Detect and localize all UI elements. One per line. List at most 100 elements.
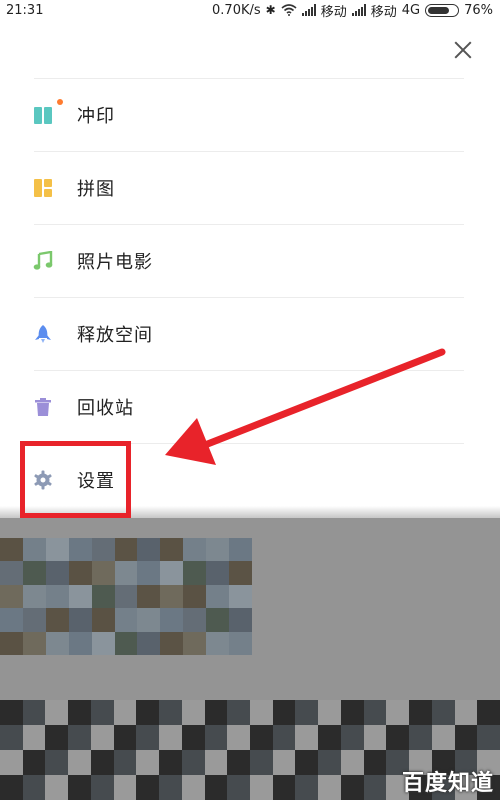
mosaic-cell: [45, 775, 69, 800]
mosaic-cell: [272, 700, 296, 725]
close-icon[interactable]: [452, 39, 474, 61]
menu-item-label: 设置: [77, 471, 115, 492]
mosaic-cell: [68, 725, 91, 750]
mosaic-cell: [318, 750, 341, 775]
mosaic-cell: [206, 584, 230, 609]
menu-item-recycle-bin[interactable]: 回收站: [0, 371, 500, 443]
mosaic-cell: [318, 700, 341, 725]
mosaic-cell: [183, 608, 207, 632]
mosaic-cell: [204, 775, 228, 800]
mosaic-cell: [409, 700, 432, 725]
mosaic-cell: [431, 725, 455, 750]
mosaic-cell: [340, 750, 364, 775]
mosaic-cell: [22, 538, 46, 562]
mosaic-cell: [206, 538, 230, 562]
mosaic-cell: [249, 750, 273, 775]
mosaic-cell: [137, 538, 161, 562]
battery-icon: [425, 3, 460, 17]
mosaic-cell: [90, 775, 114, 800]
mosaic-cell: [227, 725, 250, 750]
mosaic-cell: [45, 725, 69, 750]
mosaic-cell: [229, 584, 252, 609]
mosaic-cell: [68, 561, 92, 585]
mosaic-cell: [91, 561, 115, 585]
mosaic-cell: [160, 538, 184, 562]
mosaic-cell: [45, 631, 69, 655]
mosaic-cell: [295, 750, 319, 775]
mosaic-cell: [114, 608, 138, 632]
menu-item-collage[interactable]: 拼图: [0, 152, 500, 224]
carrier-2: 移动: [370, 4, 397, 20]
mosaic-cell: [68, 750, 91, 775]
mosaic-cell: [0, 631, 23, 655]
mosaic-cell: [159, 750, 182, 775]
mosaic-cell: [183, 631, 207, 655]
mosaic-cell: [181, 700, 205, 725]
wifi-icon: [281, 4, 297, 16]
mosaic-cell: [137, 631, 161, 655]
mosaic-cell: [0, 538, 23, 562]
mosaic-cell: [68, 538, 92, 562]
mosaic-cell: [22, 725, 46, 750]
mosaic-cell: [363, 700, 387, 725]
mosaic-cell: [114, 561, 138, 585]
mosaic-cell: [91, 538, 115, 562]
mosaic-cell: [204, 700, 228, 725]
status-time: 21:31: [6, 2, 44, 18]
battery-percent: 76%: [464, 2, 493, 18]
mosaic-cell: [68, 631, 92, 655]
menu-item-label: 回收站: [77, 398, 134, 419]
mosaic-cell: [90, 700, 114, 725]
mosaic-cell: [160, 631, 184, 655]
mosaic-cell: [113, 725, 137, 750]
mosaic-cell: [136, 750, 160, 775]
mosaic-cell: [206, 561, 230, 585]
mosaic-cell: [454, 700, 478, 725]
mosaic-cell: [45, 608, 69, 632]
mosaic-cell: [136, 725, 160, 750]
mosaic-cell: [45, 538, 69, 562]
network-type: 4G: [401, 2, 421, 18]
mosaic-cell: [68, 775, 91, 800]
mosaic-cell: [91, 631, 115, 655]
carrier-1: 移动: [320, 4, 347, 20]
mosaic-cell: [68, 608, 92, 632]
mosaic-cell: [386, 725, 410, 750]
mosaic-cell: [90, 750, 114, 775]
mosaic-cell: [363, 775, 387, 800]
mosaic-cell: [22, 608, 46, 632]
mosaic-cell: [229, 561, 252, 585]
bluetooth-icon: ✱: [265, 3, 276, 17]
mosaic-cell: [318, 775, 341, 800]
menu-item-free-space[interactable]: 释放空间: [0, 298, 500, 370]
mosaic-cell: [68, 584, 92, 609]
mosaic-cell: [183, 584, 207, 609]
mosaic-cell: [229, 608, 252, 632]
menu-item-label: 冲印: [77, 106, 115, 127]
mosaic-cell: [295, 700, 319, 725]
mosaic-cell: [227, 775, 250, 800]
mosaic-cell: [0, 561, 23, 585]
mosaic-cell: [227, 700, 250, 725]
mosaic-cell: [477, 725, 500, 750]
mosaic-cell: [206, 631, 230, 655]
mosaic-cell: [22, 775, 46, 800]
mosaic-cell: [477, 700, 500, 725]
menu-item-label: 释放空间: [77, 325, 153, 346]
mosaic-cell: [183, 561, 207, 585]
mosaic-cell: [45, 584, 69, 609]
menu-item-print[interactable]: 冲印: [0, 79, 500, 151]
trash-icon: [33, 397, 53, 417]
mosaic-cell: [137, 561, 161, 585]
menu-item-photo-movie[interactable]: 照片电影: [0, 225, 500, 297]
signal-icon: [301, 4, 316, 16]
mosaic-cell: [272, 750, 296, 775]
mosaic-cell: [0, 750, 23, 775]
battery-fill: [428, 6, 449, 14]
mosaic-cell: [0, 608, 23, 632]
gear-icon: [33, 470, 53, 490]
collage-icon: [33, 178, 53, 198]
print-icon: [33, 99, 63, 125]
mosaic-cell: [454, 725, 478, 750]
hd-signal-icon: [351, 4, 366, 16]
